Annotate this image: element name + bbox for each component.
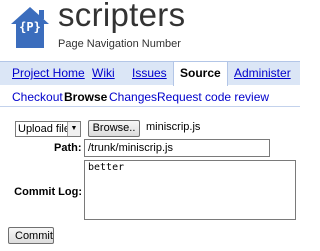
project-name[interactable]: scripters: [58, 0, 185, 34]
project-logo-icon[interactable]: {P}: [10, 6, 50, 50]
subnav-request-code-review[interactable]: Request code review: [157, 90, 269, 104]
project-summary: Page Navigation Number: [58, 38, 181, 50]
upload-type-value: Upload file: [18, 123, 70, 135]
upload-type-select[interactable]: Upload file ▼: [15, 121, 81, 137]
chevron-down-icon[interactable]: ▼: [67, 122, 80, 136]
commit-button[interactable]: Commit: [8, 227, 54, 244]
main-tabs: Project Home Wiki Issues Source Administ…: [0, 61, 300, 86]
subnav-checkout[interactable]: Checkout: [12, 90, 63, 104]
commit-log-label: Commit Log:: [14, 186, 82, 198]
commit-log-textarea[interactable]: better: [84, 160, 296, 220]
tab-wiki[interactable]: Wiki: [92, 66, 115, 80]
tab-project-home[interactable]: Project Home: [12, 66, 85, 80]
path-input[interactable]: [84, 139, 270, 157]
browse-button[interactable]: Browse..: [88, 120, 140, 137]
tab-administer[interactable]: Administer: [234, 66, 291, 80]
tab-source[interactable]: Source: [173, 61, 228, 86]
project-header: {P} scripters Page Navigation Number: [0, 0, 300, 58]
source-subnav: Checkout Browse Changes Request code rev…: [0, 85, 300, 107]
subnav-changes[interactable]: Changes: [109, 90, 157, 104]
logo-text: {P}: [19, 20, 41, 34]
tab-issues[interactable]: Issues: [132, 66, 167, 80]
subnav-browse[interactable]: Browse: [64, 90, 107, 104]
path-label: Path:: [54, 142, 82, 154]
selected-file-name: miniscrip.js: [146, 121, 201, 133]
